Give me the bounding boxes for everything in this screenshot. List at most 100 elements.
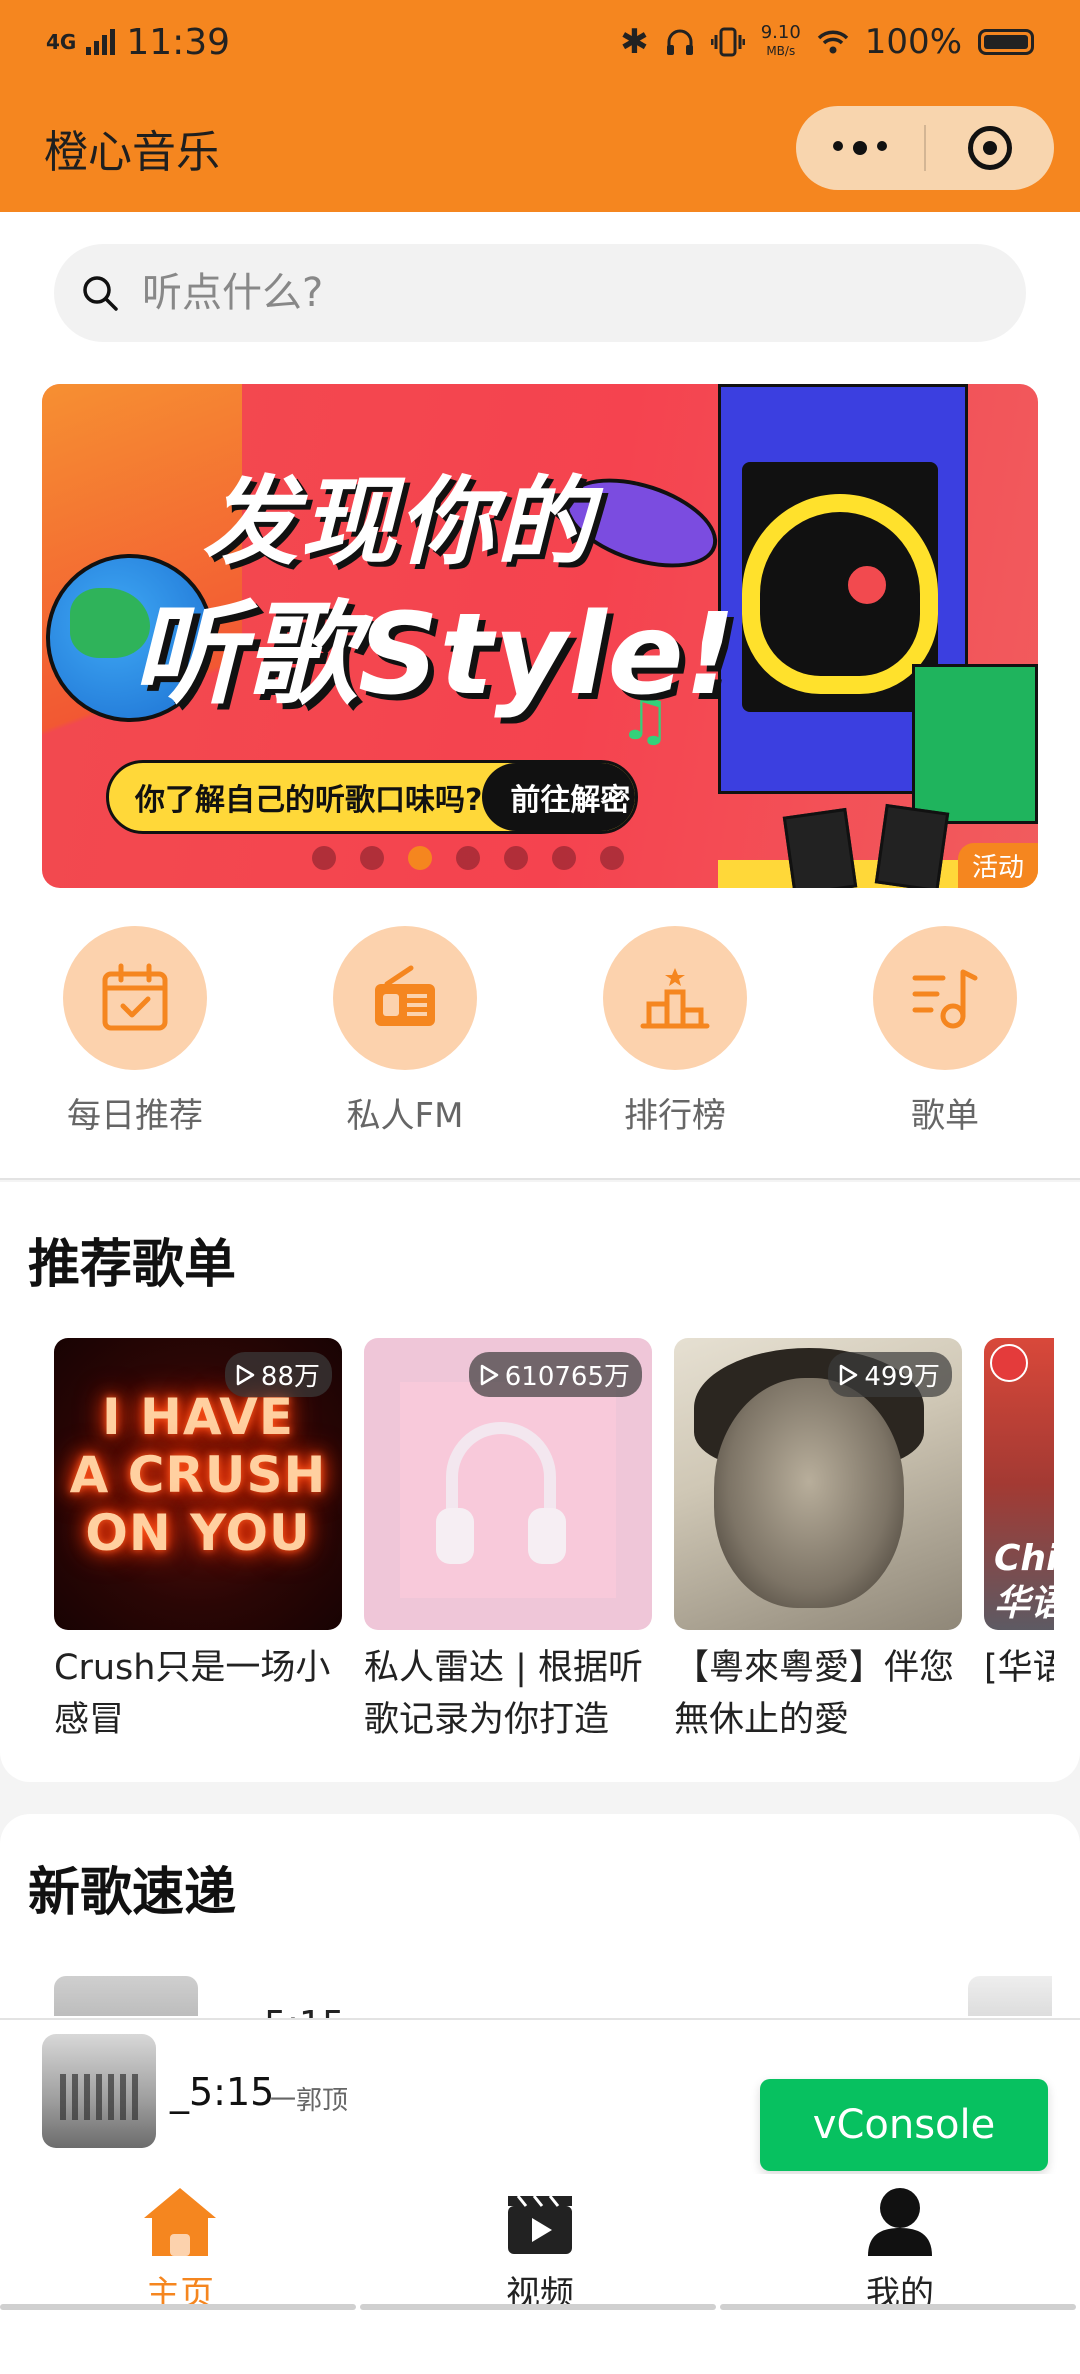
playlist-card[interactable]: 499万 【粵來粵愛】伴您無休止的愛 — [674, 1338, 962, 1746]
battery-percent: 100% — [864, 22, 962, 62]
cover-text: 华语 — [994, 1583, 1054, 1624]
more-dots-icon — [833, 141, 887, 155]
carousel-dot[interactable] — [456, 846, 480, 870]
battery-icon — [978, 29, 1034, 55]
banner-headline-1: 发现你的 — [202, 466, 594, 578]
play-count: 610765万 — [504, 1362, 630, 1392]
wifi-icon — [817, 30, 849, 54]
vibrate-icon — [710, 27, 745, 57]
tab-home[interactable]: 主页 — [0, 2174, 360, 2316]
cover-text: ON YOU — [85, 1504, 311, 1562]
podium-icon — [640, 968, 710, 1029]
playlist-title: [华语]懂你 — [984, 1648, 1054, 1688]
portrait-face — [714, 1378, 904, 1608]
player-artist: 一郭顶 — [270, 2086, 349, 2116]
playlist-cover: I HAVE A CRUSH ON YOU 88万 — [54, 1338, 342, 1630]
entry-daily-recommend[interactable]: 每日推荐 — [60, 926, 210, 1156]
target-circle-icon — [968, 126, 1012, 170]
carousel-dot[interactable] — [312, 846, 336, 870]
netease-logo-icon — [990, 1344, 1028, 1382]
close-mini-program-button[interactable] — [926, 106, 1054, 190]
song-cover[interactable] — [54, 1976, 198, 2016]
entry-circle — [63, 926, 207, 1070]
section-title-recommended: 推荐歌单 — [28, 1235, 237, 1295]
home-icon — [144, 2188, 216, 2256]
title-bar: 橙心音乐 — [0, 84, 1080, 212]
more-button[interactable] — [796, 106, 924, 190]
entry-label: 歌单 — [911, 1096, 979, 1136]
user-icon — [868, 2188, 932, 2256]
banner-cta-button[interactable]: 前往解密 › — [482, 763, 635, 831]
banner-cta[interactable]: 你了解自己的听歌口味吗? 前往解密 › — [106, 760, 638, 834]
banner-speaker-graphic — [782, 807, 858, 888]
cover-text: China — [994, 1538, 1054, 1579]
tab-video[interactable]: 视频 — [360, 2174, 720, 2316]
status-left: 4G 11:39 — [46, 22, 230, 63]
player-cover[interactable] — [42, 2034, 156, 2148]
playlist-title: 私人雷达 | 根据听歌记录为你打造 — [364, 1648, 644, 1740]
banner-heart-logo — [742, 494, 938, 694]
video-clapper-icon — [508, 2195, 572, 2254]
entry-playlists[interactable]: 歌单 — [870, 926, 1020, 1156]
entry-label: 每日推荐 — [67, 1096, 203, 1136]
tab-indicator — [0, 2304, 356, 2310]
entry-circle — [333, 926, 477, 1070]
tab-mine[interactable]: 我的 — [720, 2174, 1080, 2316]
banner-green-block — [912, 664, 1038, 824]
radio-icon — [375, 965, 435, 1026]
entry-circle — [603, 926, 747, 1070]
play-count: 499万 — [864, 1362, 940, 1392]
status-time: 11:39 — [126, 21, 231, 63]
carousel-dot[interactable] — [504, 846, 528, 870]
speed-unit: MB/s — [766, 44, 796, 58]
calendar-check-icon — [102, 963, 168, 1031]
entry-charts[interactable]: 排行榜 — [600, 926, 750, 1156]
play-count: 88万 — [260, 1362, 320, 1392]
carousel-dot[interactable] — [360, 846, 384, 870]
banner-cta-text: 你了解自己的听歌口味吗? — [135, 783, 483, 818]
search-bar[interactable] — [54, 244, 1026, 342]
banner-speaker-graphic — [874, 803, 950, 888]
cover-text: A CRUSH — [69, 1446, 327, 1504]
bluetooth-icon: ✱ — [620, 22, 649, 62]
carousel-dots — [312, 846, 624, 870]
entry-private-fm[interactable]: 私人FM — [330, 926, 480, 1156]
headphones-ear — [528, 1508, 566, 1564]
playlist-title: Crush只是一场小感冒 — [54, 1648, 331, 1740]
playlist-scroll-row[interactable]: I HAVE A CRUSH ON YOU 88万 Crush只是一场小感冒 6… — [54, 1338, 1054, 1758]
playlist-card[interactable]: 610765万 私人雷达 | 根据听歌记录为你打造 — [364, 1338, 652, 1746]
playlist-title: 【粵來粵愛】伴您無休止的愛 — [674, 1648, 955, 1740]
playlist-cover: China 华语 — [984, 1338, 1054, 1630]
banner-carousel[interactable]: ♫ 发现你的 听歌Style! 你了解自己的听歌口味吗? 前往解密 › 活动 — [42, 384, 1038, 888]
signal-icon — [86, 29, 116, 55]
status-right: ✱ 9.10 MB/s 100% — [620, 22, 1034, 62]
playlist-cover: 610765万 — [364, 1338, 652, 1630]
headphones-icon — [666, 29, 693, 55]
headphones-ear — [436, 1508, 474, 1564]
playlist-card[interactable]: I HAVE A CRUSH ON YOU 88万 Crush只是一场小感冒 — [54, 1338, 342, 1746]
top-card: ♫ 发现你的 听歌Style! 你了解自己的听歌口味吗? 前往解密 › 活动 每… — [0, 212, 1080, 1180]
playlist-note-icon — [912, 969, 978, 1029]
app-title: 橙心音乐 — [44, 127, 220, 178]
playlist-card[interactable]: China 华语 [华语]懂你 — [984, 1338, 1054, 1746]
play-count-badge: 88万 — [224, 1352, 332, 1397]
banner-tag: 活动 — [957, 843, 1038, 888]
player-song-title: _5:15 — [170, 2070, 275, 2114]
tab-indicator — [720, 2304, 1076, 2310]
network-speed: 9.10 MB/s — [761, 24, 801, 60]
recommended-playlists-section: 推荐歌单 I HAVE A CRUSH ON YOU 88万 Crush只是一场… — [0, 1182, 1080, 1782]
banner-headline-2: 听歌Style! — [132, 590, 737, 720]
song-cover[interactable] — [968, 1976, 1052, 2016]
search-icon — [83, 276, 118, 311]
play-count-badge: 499万 — [828, 1352, 952, 1397]
quick-entries: 每日推荐 私人FM 排行榜 歌单 — [0, 926, 1080, 1156]
vconsole-button[interactable]: vConsole — [760, 2079, 1048, 2171]
status-bar: 4G 11:39 ✱ 9.10 MB/s 100% — [0, 0, 1080, 84]
carousel-dot[interactable] — [552, 846, 576, 870]
section-divider — [0, 1178, 1080, 1180]
carousel-dot[interactable] — [408, 846, 432, 870]
entry-label: 私人FM — [346, 1096, 464, 1136]
search-input[interactable] — [140, 269, 944, 317]
section-title-new-songs: 新歌速递 — [28, 1863, 237, 1923]
carousel-dot[interactable] — [600, 846, 624, 870]
